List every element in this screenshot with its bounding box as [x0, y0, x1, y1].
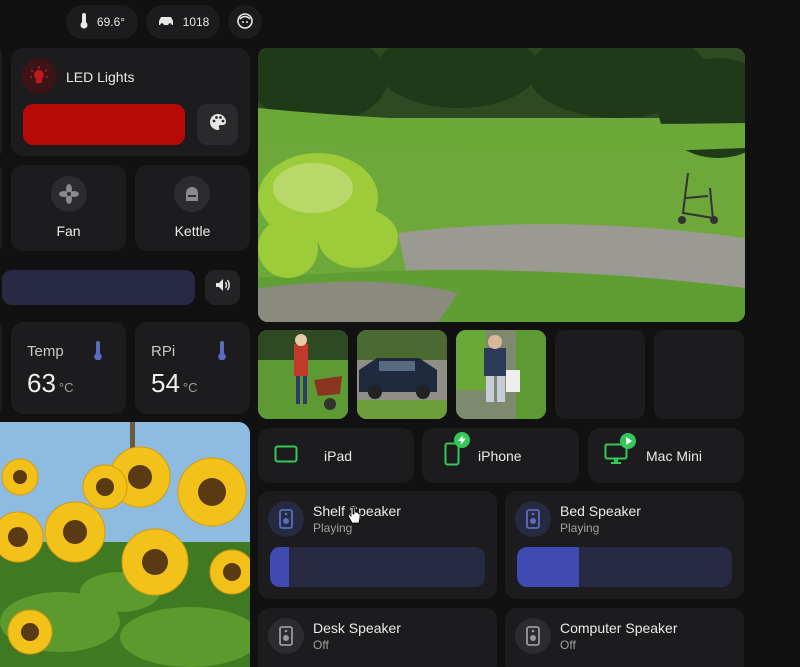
- car-value: 1018: [182, 15, 210, 29]
- playing-badge-icon: [620, 433, 636, 449]
- speaker-name: Bed Speaker: [560, 503, 641, 519]
- thermometer-icon: [93, 341, 103, 366]
- device-iphone[interactable]: iPhone: [422, 428, 579, 483]
- kettle-toggle[interactable]: Kettle: [135, 165, 250, 251]
- speaker-state: Playing: [560, 521, 600, 535]
- mac-mini-label: Mac Mini: [646, 447, 703, 464]
- ipad-label: iPad: [324, 447, 353, 464]
- left-edge-card-2: [0, 165, 2, 251]
- volume-button[interactable]: [205, 270, 240, 305]
- device-mac-mini[interactable]: Mac Mini: [588, 428, 744, 483]
- temp-label: Temp: [27, 343, 64, 360]
- camera-thumbnail-2[interactable]: [357, 330, 447, 419]
- camera-thumbnail-1[interactable]: [258, 330, 348, 419]
- sunflower-photo: [0, 422, 250, 667]
- camera-thumbnail-3[interactable]: [456, 330, 546, 419]
- main-camera-view[interactable]: [258, 48, 745, 322]
- temp-value-row: 63 °C: [27, 368, 74, 399]
- left-edge-card-1: [0, 48, 2, 156]
- temp-value: 63: [27, 368, 56, 398]
- thermometer-icon: [217, 341, 227, 366]
- face-icon: [237, 12, 253, 32]
- led-color-bar[interactable]: [23, 104, 185, 145]
- speaker-icon: [268, 618, 304, 654]
- camera-thumbnail-empty-1[interactable]: [555, 330, 645, 419]
- rpi-value-row: 54 °C: [151, 368, 198, 399]
- rpi-value: 54: [151, 368, 180, 398]
- speaker-icon: [268, 501, 304, 537]
- temperature-value: 69.6°: [96, 15, 126, 29]
- monitor-icon: [604, 433, 636, 468]
- volume-slider[interactable]: [2, 270, 195, 305]
- speaker-card-desk[interactable]: Desk Speaker Off: [258, 608, 497, 667]
- thermometer-icon: [79, 12, 89, 32]
- speaker-card-bed[interactable]: Bed Speaker Playing: [505, 491, 744, 599]
- car-icon: [157, 15, 175, 30]
- speaker-name: Computer Speaker: [560, 620, 678, 636]
- palette-button[interactable]: [197, 104, 238, 145]
- phone-icon: [444, 432, 470, 469]
- rpi-label: RPi: [151, 343, 176, 360]
- led-bulb-icon[interactable]: [21, 58, 57, 94]
- palette-icon: [209, 113, 227, 136]
- fan-toggle[interactable]: Fan: [11, 165, 126, 251]
- hand-cursor-icon: [347, 506, 361, 530]
- temp-unit: °C: [58, 380, 74, 395]
- speaker-card-shelf[interactable]: Shelf Speaker Playing: [258, 491, 497, 599]
- speaker-state: Off: [560, 638, 576, 652]
- speaker-volume-fill: [517, 547, 580, 587]
- car-chip[interactable]: 1018: [146, 5, 220, 39]
- left-edge-card-3: [0, 322, 2, 414]
- profile-chip[interactable]: [228, 5, 262, 39]
- rpi-sensor-card[interactable]: RPi 54 °C: [135, 322, 250, 414]
- speaker-volume-slider[interactable]: [270, 547, 485, 587]
- speaker-volume-fill: [270, 547, 290, 587]
- rpi-unit: °C: [182, 380, 198, 395]
- fan-label: Fan: [56, 223, 81, 239]
- fan-icon: [51, 176, 87, 212]
- charging-badge-icon: [454, 432, 470, 448]
- speaker-name: Desk Speaker: [313, 620, 401, 636]
- temp-sensor-card[interactable]: Temp 63 °C: [11, 322, 126, 414]
- iphone-label: iPhone: [478, 447, 522, 464]
- speaker-icon: [515, 501, 551, 537]
- speaker-icon: [515, 618, 551, 654]
- led-lights-card: LED Lights: [11, 48, 250, 156]
- speaker-state: Off: [313, 638, 329, 652]
- speaker-card-computer[interactable]: Computer Speaker Off: [505, 608, 744, 667]
- volume-icon: [215, 278, 231, 297]
- temperature-chip[interactable]: 69.6°: [66, 5, 138, 39]
- kettle-label: Kettle: [174, 223, 211, 239]
- led-lights-title: LED Lights: [66, 69, 135, 85]
- camera-thumbnail-empty-2[interactable]: [654, 330, 744, 419]
- speaker-volume-slider[interactable]: [517, 547, 732, 587]
- tablet-icon: [274, 445, 298, 466]
- device-ipad[interactable]: iPad: [258, 428, 414, 483]
- kettle-icon: [174, 176, 210, 212]
